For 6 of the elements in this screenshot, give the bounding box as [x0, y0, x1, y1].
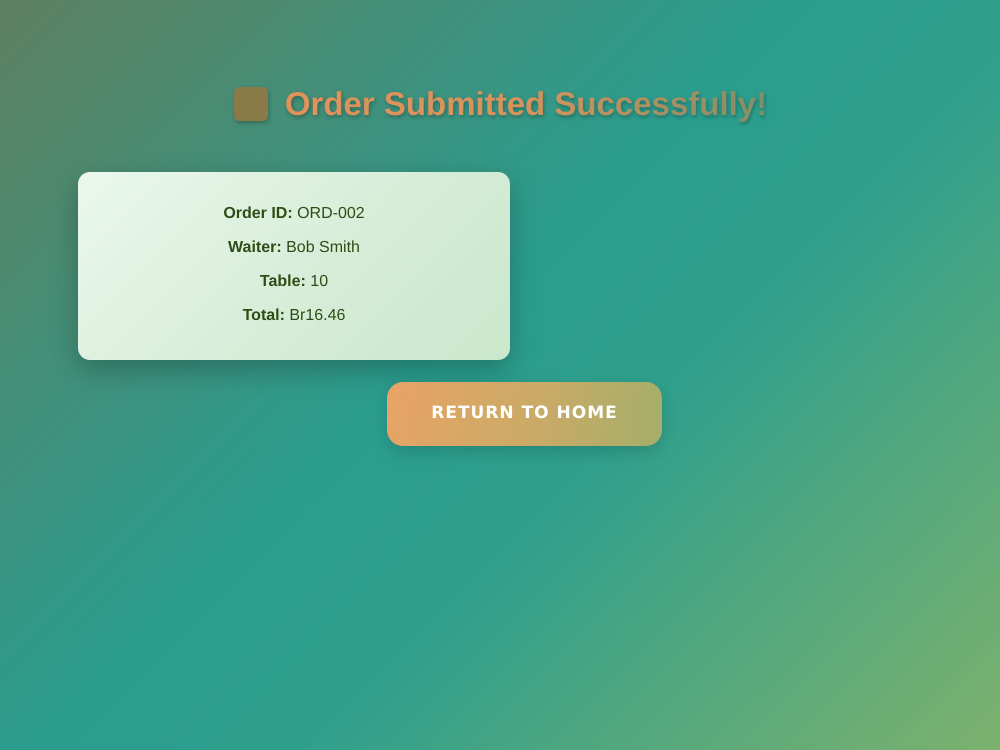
return-home-button[interactable]: RETURN TO HOME [387, 382, 662, 446]
order-detail-text: Waiter: Bob Smith [227, 238, 361, 258]
square-icon [232, 86, 269, 122]
order-detail-text: Table: 10 [258, 272, 330, 292]
order-detail-text: Order ID: ORD-002 [222, 204, 366, 224]
order-detail-text: Total: Br16.46 [242, 306, 346, 326]
